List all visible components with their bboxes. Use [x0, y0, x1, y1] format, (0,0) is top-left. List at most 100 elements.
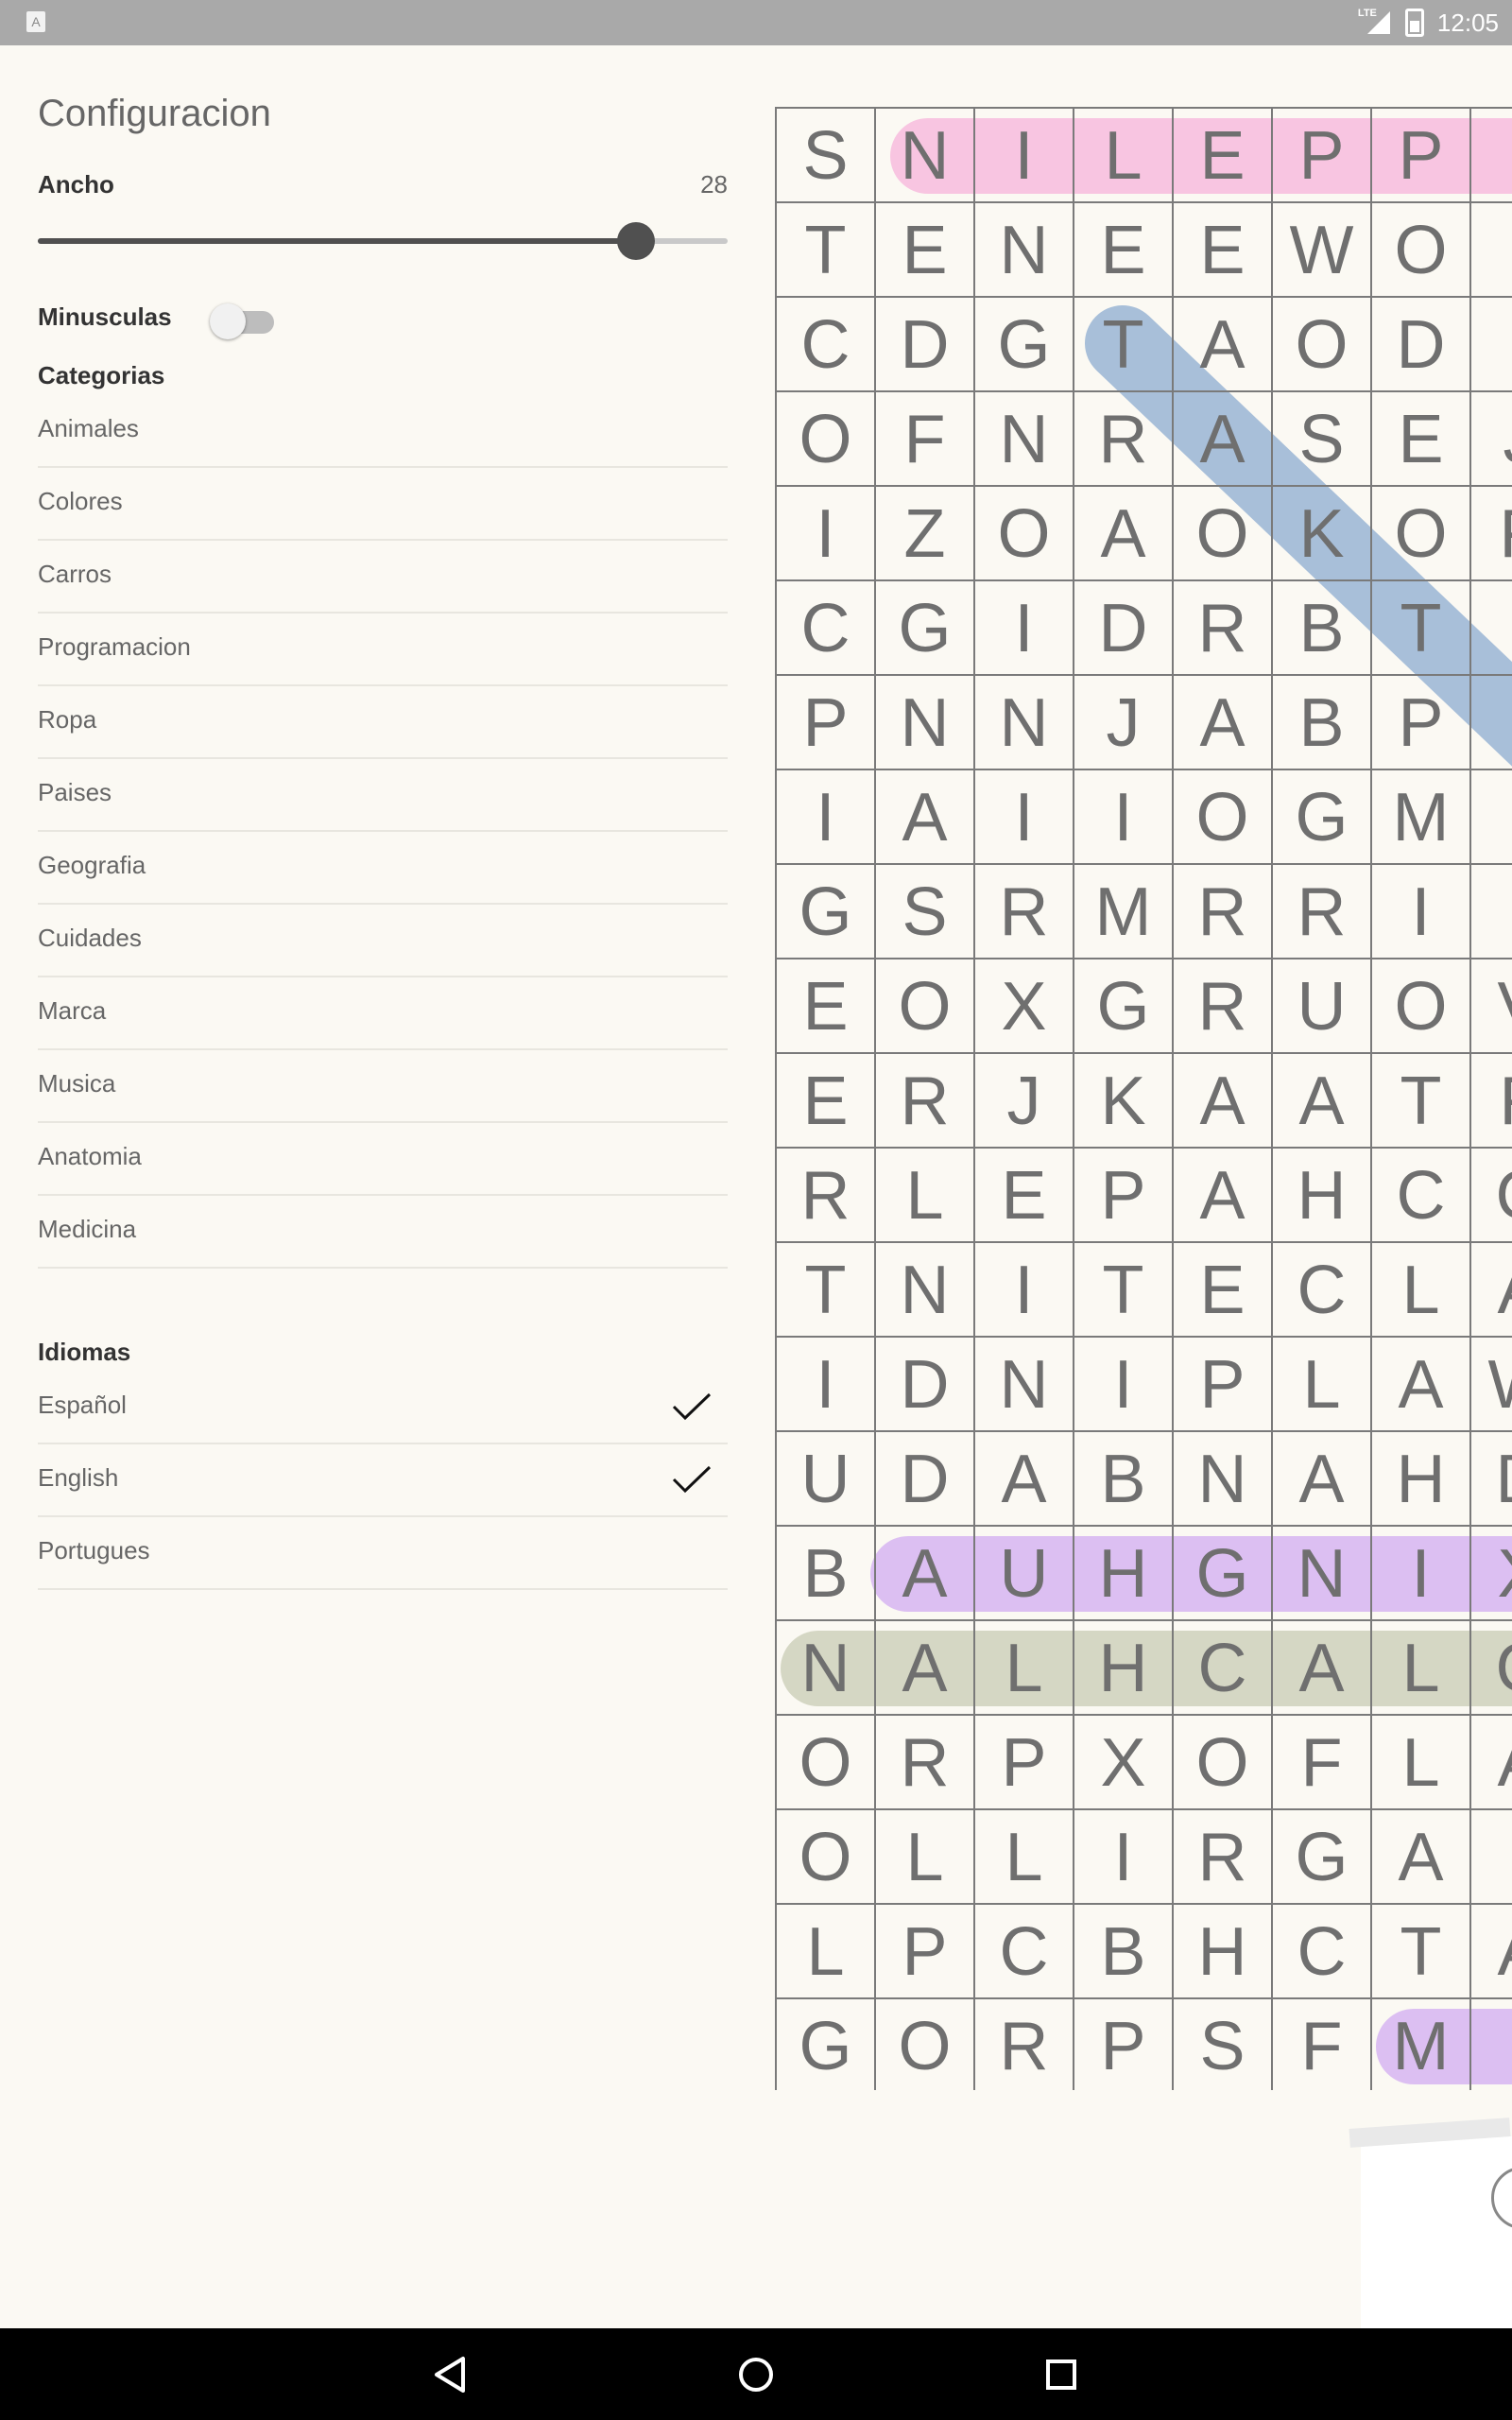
grid-cell[interactable]: A [1172, 1147, 1271, 1241]
grid-cell[interactable]: Z [874, 485, 973, 579]
grid-cell[interactable]: R [1172, 579, 1271, 674]
grid-cell[interactable]: O [1172, 769, 1271, 863]
grid-cell[interactable]: R [1172, 863, 1271, 958]
grid-cell[interactable]: L [874, 1147, 973, 1241]
grid-cell[interactable]: O [1370, 201, 1469, 296]
grid-cell[interactable]: O [1370, 958, 1469, 1052]
grid-cell[interactable]: I [775, 1336, 874, 1430]
grid-cell[interactable]: R [973, 863, 1073, 958]
category-item[interactable]: Paises [38, 759, 728, 832]
grid-cell[interactable]: R [874, 1714, 973, 1808]
grid-cell[interactable]: O [1172, 485, 1271, 579]
grid-cell[interactable]: R [1172, 1808, 1271, 1903]
category-item[interactable]: Marca [38, 977, 728, 1050]
grid-cell[interactable]: G [1271, 1808, 1370, 1903]
grid-cell[interactable]: R [973, 1997, 1073, 2090]
grid-cell[interactable]: N [1172, 1430, 1271, 1525]
grid-cell[interactable]: M [1073, 863, 1172, 958]
grid-cell[interactable]: F [1469, 1052, 1512, 1147]
grid-cell[interactable]: E [1073, 201, 1172, 296]
category-item[interactable]: Musica [38, 1050, 728, 1123]
category-item[interactable]: Ropa [38, 686, 728, 759]
grid-cell[interactable]: H [1271, 1147, 1370, 1241]
grid-cell[interactable]: L [1271, 1336, 1370, 1430]
grid-cell[interactable]: G [1271, 769, 1370, 863]
grid-cell[interactable]: M [1370, 769, 1469, 863]
grid-cell[interactable]: L [1370, 1241, 1469, 1336]
button-circle-icon[interactable] [1491, 2167, 1512, 2229]
grid-cell[interactable]: X [1073, 1714, 1172, 1808]
grid-cell[interactable]: I [973, 579, 1073, 674]
category-item[interactable]: Cuidades [38, 905, 728, 977]
grid-cell[interactable]: A [1172, 674, 1271, 769]
grid-cell[interactable]: I [1370, 1525, 1469, 1619]
width-slider[interactable] [38, 222, 728, 260]
grid-cell[interactable]: I [973, 107, 1073, 201]
grid-cell[interactable]: T [775, 1241, 874, 1336]
grid-cell[interactable]: R [1073, 390, 1172, 485]
grid-cell[interactable]: I [1370, 863, 1469, 958]
grid-cell[interactable]: L [1370, 1714, 1469, 1808]
grid-cell[interactable]: N [973, 674, 1073, 769]
grid-cell[interactable]: I [973, 769, 1073, 863]
grid-cell[interactable]: P [874, 1903, 973, 1997]
grid-cell[interactable]: O [874, 958, 973, 1052]
grid-cell[interactable]: W [1271, 201, 1370, 296]
back-triangle-icon[interactable] [425, 2349, 476, 2400]
grid-cell[interactable]: I [1469, 201, 1512, 296]
grid-cell[interactable]: C [775, 579, 874, 674]
grid-cell[interactable]: S [874, 863, 973, 958]
category-item[interactable]: Carros [38, 541, 728, 614]
grid-cell[interactable]: E [1370, 390, 1469, 485]
language-item[interactable]: Portugues [38, 1517, 728, 1590]
grid-cell[interactable]: E [775, 1052, 874, 1147]
grid-cell[interactable] [1469, 769, 1512, 863]
grid-cell[interactable]: C [775, 296, 874, 390]
grid-cell[interactable]: D [1469, 1430, 1512, 1525]
grid-cell[interactable]: F [1271, 1997, 1370, 2090]
grid-cell[interactable]: K [1073, 1052, 1172, 1147]
grid-cell[interactable]: J [1469, 390, 1512, 485]
grid-cell[interactable]: E [1172, 201, 1271, 296]
grid-cell[interactable]: H [1073, 1525, 1172, 1619]
grid-cell[interactable]: S [1172, 1997, 1271, 2090]
grid-cell[interactable]: H [1073, 1619, 1172, 1714]
grid-cell[interactable]: T [1370, 1903, 1469, 1997]
grid-cell[interactable]: I [1073, 769, 1172, 863]
grid-cell[interactable]: U [1271, 958, 1370, 1052]
grid-cell[interactable]: F [1469, 485, 1512, 579]
grid-cell[interactable]: E [1172, 1241, 1271, 1336]
grid-cell[interactable]: L [973, 1808, 1073, 1903]
grid-cell[interactable]: O [775, 1714, 874, 1808]
grid-cell[interactable]: A [1469, 1241, 1512, 1336]
category-item[interactable]: Animales [38, 395, 728, 468]
grid-cell[interactable]: A [1370, 1808, 1469, 1903]
grid-cell[interactable]: C [973, 1903, 1073, 1997]
grid-cell[interactable]: C [1469, 1619, 1512, 1714]
grid-cell[interactable]: O [1271, 296, 1370, 390]
grid-cell[interactable]: P [775, 674, 874, 769]
category-item[interactable]: Programacion [38, 614, 728, 686]
grid-cell[interactable]: C [1271, 1241, 1370, 1336]
grid-cell[interactable]: L [973, 1619, 1073, 1714]
grid-cell[interactable]: O [1172, 1714, 1271, 1808]
grid-cell[interactable]: A [1172, 296, 1271, 390]
grid-cell[interactable]: G [1172, 1525, 1271, 1619]
grid-cell[interactable]: I [1469, 863, 1512, 958]
grid-cell[interactable]: N [973, 390, 1073, 485]
home-circle-icon[interactable] [730, 2349, 782, 2400]
language-item[interactable]: English [38, 1444, 728, 1517]
grid-cell[interactable]: T [1370, 579, 1469, 674]
grid-cell[interactable]: I [1469, 1997, 1512, 2090]
grid-cell[interactable]: O [775, 1808, 874, 1903]
grid-cell[interactable]: N [1271, 1525, 1370, 1619]
grid-cell[interactable]: I [1469, 296, 1512, 390]
grid-cell[interactable]: C [1370, 1147, 1469, 1241]
lowercase-toggle[interactable] [210, 301, 282, 339]
grid-cell[interactable]: A [1271, 1430, 1370, 1525]
grid-cell[interactable]: A [874, 769, 973, 863]
grid-cell[interactable]: P [1073, 1997, 1172, 2090]
grid-cell[interactable]: A [1370, 1336, 1469, 1430]
grid-cell[interactable]: X [973, 958, 1073, 1052]
grid-cell[interactable]: O [874, 1997, 973, 2090]
